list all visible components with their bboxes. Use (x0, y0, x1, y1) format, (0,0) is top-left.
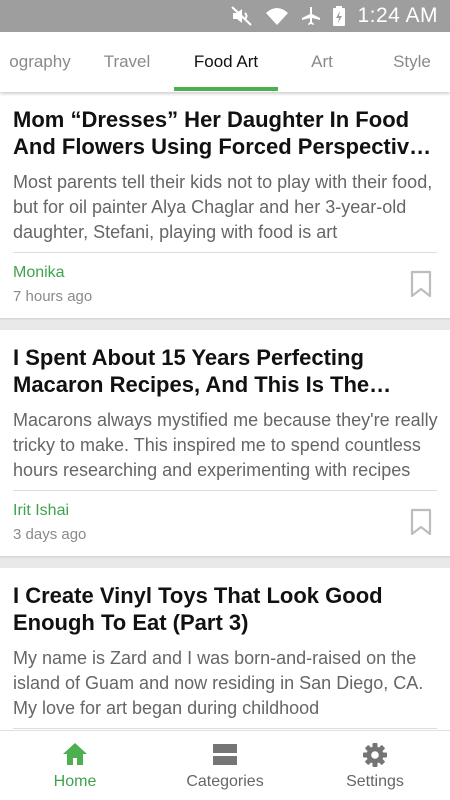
tab-art[interactable]: Art (292, 32, 352, 92)
article-time: 7 hours ago (13, 288, 93, 305)
tab-food-art[interactable]: Food Art (174, 32, 278, 92)
article-title[interactable]: I Spent About 15 Years Perfecting Macaro… (13, 344, 438, 398)
home-icon (63, 743, 87, 765)
category-tabs: ography Travel Food Art Art Style (0, 32, 450, 92)
bottom-navigation: Home Categories Settings (0, 730, 450, 800)
article-author[interactable]: Monika (13, 264, 65, 282)
nav-home[interactable]: Home (0, 731, 150, 800)
nav-settings-label: Settings (346, 773, 404, 790)
article-card[interactable]: Mom “Dresses” Her Daughter In Food And F… (0, 92, 450, 318)
categories-icon (213, 744, 237, 765)
article-author[interactable]: Irit Ishai (13, 502, 69, 520)
article-card[interactable]: I Create Vinyl Toys That Look Good Enoug… (0, 568, 450, 730)
airplane-icon (302, 7, 321, 25)
bookmark-icon[interactable] (410, 508, 432, 536)
status-bar: 1:24 AM (0, 0, 450, 32)
wifi-icon (266, 8, 289, 25)
bookmark-icon[interactable] (410, 270, 432, 298)
article-title[interactable]: I Create Vinyl Toys That Look Good Enoug… (13, 582, 438, 636)
article-card[interactable]: I Spent About 15 Years Perfecting Macaro… (0, 330, 450, 556)
battery-icon (333, 6, 346, 26)
gear-icon (363, 743, 387, 767)
card-divider (13, 252, 437, 253)
tab-style[interactable]: Style (378, 32, 446, 92)
article-excerpt: My name is Zard and I was born-and-raise… (13, 648, 424, 718)
tab-photography[interactable]: ography (0, 32, 90, 92)
active-tab-indicator (174, 87, 278, 91)
article-time: 3 days ago (13, 526, 87, 543)
mute-icon (231, 6, 253, 26)
article-title[interactable]: Mom “Dresses” Her Daughter In Food And F… (13, 106, 438, 160)
article-excerpt: Macarons always mystified me because the… (13, 410, 438, 480)
article-excerpt: Most parents tell their kids not to play… (13, 172, 433, 242)
card-divider (13, 490, 437, 491)
nav-home-label: Home (53, 773, 97, 790)
nav-categories[interactable]: Categories (150, 731, 300, 800)
card-divider (13, 728, 437, 729)
status-time: 1:24 AM (357, 4, 438, 27)
nav-categories-label: Categories (186, 773, 264, 790)
tab-travel[interactable]: Travel (90, 32, 164, 92)
nav-settings[interactable]: Settings (300, 731, 450, 800)
article-feed[interactable]: Mom “Dresses” Her Daughter In Food And F… (0, 92, 450, 730)
